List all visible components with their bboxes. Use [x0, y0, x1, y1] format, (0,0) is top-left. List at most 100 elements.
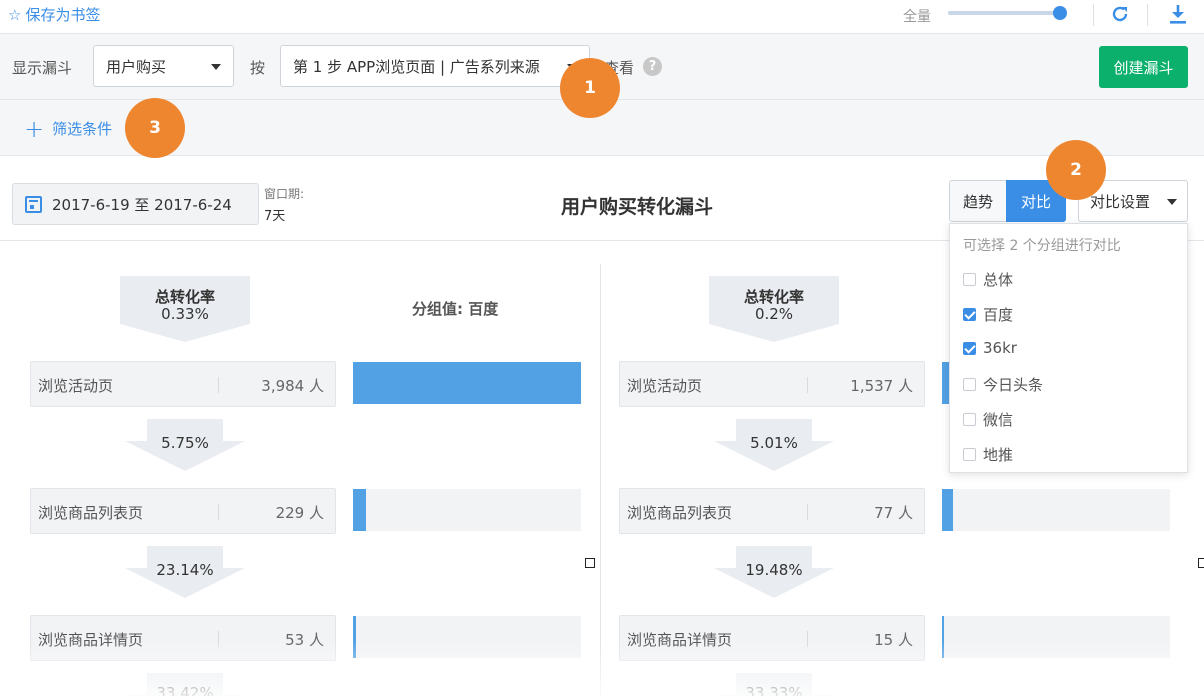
step-bar-track: [942, 489, 1170, 531]
compare-option-label: 微信: [983, 411, 1014, 429]
step-conversion-arrow: 19.48%: [714, 546, 844, 598]
chevron-down-icon: [211, 64, 221, 70]
step-conversion-rate: 19.48%: [745, 561, 803, 579]
group-value-label: 分组值: 百度: [412, 300, 499, 318]
step-conversion-rate: 5.75%: [161, 434, 209, 452]
step-divider: [807, 504, 808, 520]
total-conversion-rate: 0.2%: [754, 305, 794, 323]
date-range-value: 2017-6-19 至 2017-6-24: [52, 195, 232, 214]
callout-badge-3: 3: [125, 98, 185, 158]
total-conversion-badge: 总转化率 0.2%: [709, 276, 839, 344]
funnel-select[interactable]: 用户购买: [93, 45, 234, 87]
callout-badge-1: 1: [560, 58, 620, 118]
compare-hint: 可选择 2 个分组进行对比: [963, 238, 1121, 254]
step-count: 77 人: [874, 504, 913, 522]
checkbox[interactable]: [963, 448, 976, 461]
calendar-icon: [25, 195, 42, 213]
zoom-slider[interactable]: [948, 6, 1067, 20]
star-icon: ☆: [8, 5, 22, 24]
step-conversion-rate: 5.01%: [750, 434, 798, 452]
callout-badge-2: 2: [1046, 140, 1106, 200]
download-icon[interactable]: [1166, 1, 1190, 27]
chevron-down-icon: [1167, 199, 1177, 205]
window-period-label: 窗口期:: [264, 187, 305, 201]
compare-option[interactable]: 36kr: [963, 339, 1017, 357]
compare-option[interactable]: 微信: [963, 409, 1013, 430]
checkbox[interactable]: [963, 273, 976, 286]
step-bar-track: [942, 616, 1170, 658]
compare-settings-label: 对比设置: [1090, 192, 1151, 211]
step-conversion-arrow: 5.75%: [125, 419, 255, 471]
compare-option-label: 36kr: [983, 339, 1017, 357]
toolbar-divider: [1147, 4, 1148, 26]
create-funnel-button[interactable]: 创建漏斗: [1099, 46, 1188, 88]
top-bar: ☆ 保存为书签 全量: [0, 0, 1204, 34]
total-conversion-badge: 总转化率 0.33%: [120, 276, 250, 344]
compare-option[interactable]: 地推: [963, 444, 1013, 465]
step-count: 53 人: [285, 631, 324, 649]
step-bar-track: [353, 489, 581, 531]
step-name: 浏览活动页: [627, 377, 703, 395]
checkbox[interactable]: [963, 378, 976, 391]
funnel-step[interactable]: 浏览商品详情页 53 人: [30, 615, 336, 661]
refresh-icon[interactable]: [1108, 1, 1132, 27]
save-bookmark-link[interactable]: ☆ 保存为书签: [8, 4, 100, 25]
save-bookmark-label: 保存为书签: [25, 6, 101, 24]
step-divider: [807, 631, 808, 647]
step-conversion-rate: 33.33%: [745, 684, 803, 696]
total-conversion-label: 总转化率: [743, 288, 804, 306]
page-title: 用户购买转化漏斗: [561, 196, 714, 218]
step-conversion-arrow: 23.14%: [125, 546, 255, 598]
resize-handle[interactable]: [1198, 558, 1204, 568]
compare-option[interactable]: 今日头条: [963, 374, 1043, 395]
date-range-picker[interactable]: 2017-6-19 至 2017-6-24: [12, 183, 259, 225]
funnel-step[interactable]: 浏览商品列表页 77 人: [619, 488, 925, 534]
funnel-step[interactable]: 浏览商品列表页 229 人: [30, 488, 336, 534]
add-filter-label: 筛选条件: [52, 120, 113, 138]
step-name: 浏览商品详情页: [38, 631, 144, 649]
step-name: 浏览商品列表页: [38, 504, 144, 522]
group-by-select-value: 第 1 步 APP浏览页面 | 广告系列来源: [293, 57, 540, 76]
help-icon[interactable]: ?: [643, 57, 662, 76]
checkbox[interactable]: [963, 341, 976, 355]
trend-tab[interactable]: 趋势: [949, 180, 1007, 222]
compare-option[interactable]: 百度: [963, 304, 1013, 325]
toolbar-divider: [1093, 4, 1094, 26]
step-count: 229 人: [275, 504, 324, 522]
funnel-step[interactable]: 浏览商品详情页 15 人: [619, 615, 925, 661]
checkbox[interactable]: [963, 308, 976, 321]
resize-handle[interactable]: [585, 558, 595, 568]
compare-option-label: 地推: [983, 446, 1014, 464]
funnel-step[interactable]: 浏览活动页 1,537 人: [619, 361, 925, 407]
step-divider: [218, 504, 219, 520]
step-conversion-arrow: 33.42%: [125, 673, 255, 696]
step-bar-fill: [942, 489, 953, 531]
zoom-label: 全量: [903, 9, 931, 25]
add-filter-button[interactable]: + 筛选条件: [24, 114, 113, 143]
step-count: 15 人: [874, 631, 913, 649]
compare-settings-dropdown: 可选择 2 个分组进行对比 总体 百度 36kr 今日头条 微信 地推: [949, 223, 1188, 473]
zoom-slider-thumb[interactable]: [1053, 6, 1067, 20]
total-conversion-rate: 0.33%: [161, 305, 209, 323]
step-name: 浏览商品详情页: [627, 631, 733, 649]
step-name: 浏览活动页: [38, 377, 114, 395]
compare-option-label: 百度: [983, 306, 1014, 324]
compare-option[interactable]: 总体: [963, 269, 1013, 290]
group-by-select[interactable]: 第 1 步 APP浏览页面 | 广告系列来源: [280, 45, 590, 87]
step-bar-fill: [353, 362, 581, 404]
step-bar-track: [353, 362, 581, 404]
step-divider: [218, 377, 219, 393]
step-count: 3,984 人: [261, 377, 324, 395]
checkbox[interactable]: [963, 413, 976, 426]
total-conversion-label: 总转化率: [154, 288, 215, 306]
compare-option-label: 今日头条: [983, 376, 1044, 394]
by-label: 按: [250, 59, 266, 77]
funnel-step[interactable]: 浏览活动页 3,984 人: [30, 361, 336, 407]
step-bar-fill: [942, 616, 944, 658]
step-name: 浏览商品列表页: [627, 504, 733, 522]
zoom-slider-fill: [948, 11, 1060, 15]
step-divider: [218, 631, 219, 647]
plus-icon: +: [24, 114, 45, 143]
step-bar-track: [353, 616, 581, 658]
compare-option-label: 总体: [983, 271, 1014, 289]
